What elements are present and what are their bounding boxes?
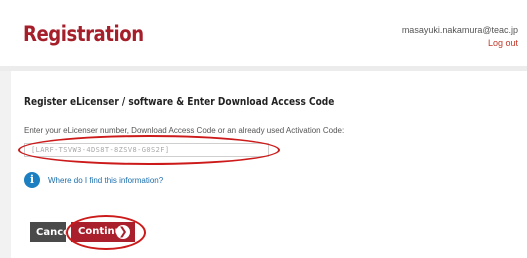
logout-link[interactable]: Log out [488,38,518,48]
section-heading: Register eLicenser / software & Enter Do… [24,95,335,108]
access-code-input[interactable]: [LARF-TSVW3-4DS8T-8ZSV8-G0S2F] [24,143,269,157]
header: Registration masayuki.nakamura@teac.jp L… [0,0,527,66]
side-gutter [0,71,11,258]
user-email: masayuki.nakamura@teac.jp [401,25,518,35]
continue-button[interactable]: Continue ❯ [71,222,135,242]
chevron-right-icon: ❯ [116,225,130,239]
instructions-text: Enter your eLicenser number, Download Ac… [24,126,345,135]
info-icon[interactable]: i [24,172,40,188]
cancel-button[interactable]: Cancel [30,222,73,242]
help-link[interactable]: Where do I find this information? [48,176,163,185]
page-title: Registration [23,22,144,46]
